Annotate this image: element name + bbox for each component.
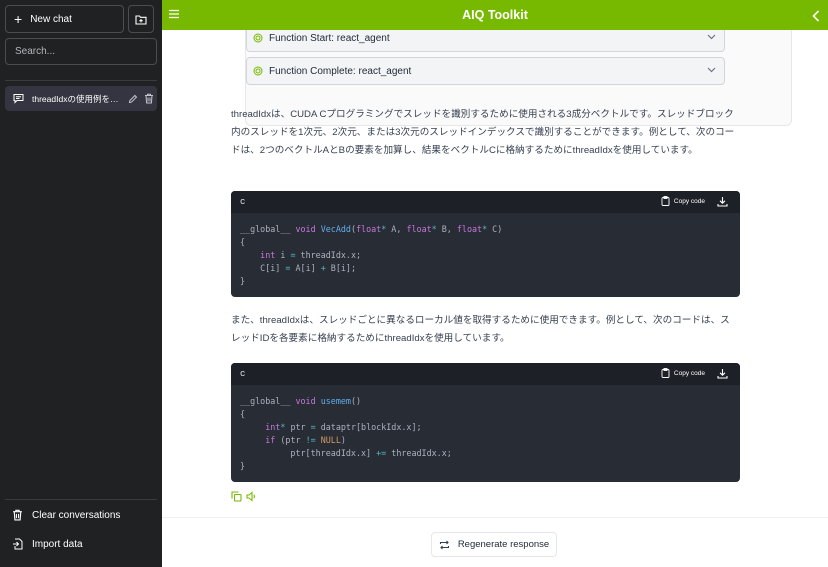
regenerate-response-button[interactable]: Regenerate response: [431, 532, 557, 557]
message-actions: [231, 491, 261, 502]
import-data-label: Import data: [32, 538, 83, 550]
chevron-down-icon: [707, 67, 716, 73]
menu-button[interactable]: [168, 7, 180, 25]
chat-bubble-icon: [13, 94, 24, 104]
download-icon: [717, 197, 728, 207]
code-block-header: c Copy code: [231, 363, 740, 385]
code-content: __global__ void usemem() { int* ptr = da…: [240, 396, 452, 471]
download-code-button[interactable]: [717, 368, 728, 381]
top-bar: AIQ Toolkit: [162, 0, 828, 30]
copy-code-button[interactable]: Copy code: [661, 368, 705, 378]
file-import-icon: [13, 538, 23, 550]
clipboard-icon: [661, 368, 670, 378]
copy-code-label: Copy code: [673, 197, 705, 205]
code-block: c Copy code __global__ void usemem() { i…: [231, 363, 740, 482]
app-title: AIQ Toolkit: [462, 8, 528, 22]
check-circle-icon: [253, 33, 263, 43]
clear-conversations-label: Clear conversations: [32, 509, 121, 521]
code-block: c Copy code __global__ void VecAdd(float…: [231, 191, 740, 297]
check-circle-icon: [253, 66, 263, 76]
new-folder-button[interactable]: [128, 5, 154, 33]
download-icon: [717, 369, 728, 379]
chevron-left-icon: [812, 10, 820, 22]
pencil-icon: [128, 94, 138, 103]
message-paragraph: また、threadIdxは、スレッドごとに異なるローカル値を取得するために使用で…: [231, 315, 730, 344]
hamburger-icon: [169, 9, 179, 19]
function-complete-row[interactable]: Function Complete: react_agent: [246, 57, 725, 85]
sidebar: + New chat threadIdxの使用例を提... Clear conv…: [0, 0, 162, 567]
code-block-header: c Copy code: [231, 191, 740, 213]
speaker-icon: [246, 491, 255, 502]
divider: [5, 80, 157, 81]
divider: [5, 499, 157, 500]
trash-icon: [145, 93, 153, 104]
code-content: __global__ void VecAdd(float* A, float* …: [240, 224, 503, 286]
new-chat-button[interactable]: + New chat: [5, 5, 124, 33]
footer: Regenerate response: [162, 517, 828, 567]
new-chat-label: New chat: [30, 13, 72, 25]
plus-icon: +: [14, 11, 23, 27]
folder-plus-icon: [135, 14, 147, 25]
chat-area: Function Start: react_agent Function Com…: [162, 30, 828, 517]
copy-icon: [231, 491, 242, 502]
read-aloud-button[interactable]: [246, 491, 257, 502]
function-start-label: Function Start: react_agent: [269, 32, 390, 44]
delete-conversation-button[interactable]: [144, 93, 154, 104]
trash-icon: [13, 509, 22, 521]
copy-code-label: Copy code: [673, 369, 705, 377]
function-start-row[interactable]: Function Start: react_agent: [246, 30, 725, 52]
message-paragraph: threadIdxは、CUDA Cプログラミングでスレッドを識別するために使用さ…: [231, 109, 735, 156]
edit-conversation-button[interactable]: [128, 94, 138, 104]
regenerate-response-label: Regenerate response: [457, 539, 550, 550]
chevron-down-icon: [707, 34, 716, 40]
code-language: c: [240, 369, 246, 379]
clear-conversations-button[interactable]: Clear conversations: [5, 502, 157, 528]
conversation-label: threadIdxの使用例を提...: [32, 93, 124, 104]
function-complete-label: Function Complete: react_agent: [269, 65, 412, 77]
clipboard-icon: [661, 196, 670, 206]
search-input[interactable]: [5, 38, 157, 65]
copy-code-button[interactable]: Copy code: [661, 196, 705, 206]
collapse-button[interactable]: [812, 9, 820, 27]
download-code-button[interactable]: [717, 196, 728, 209]
copy-message-button[interactable]: [231, 491, 242, 502]
conversation-item[interactable]: threadIdxの使用例を提...: [5, 86, 157, 111]
code-language: c: [240, 197, 246, 207]
import-data-button[interactable]: Import data: [5, 531, 157, 557]
refresh-icon: [439, 540, 450, 550]
